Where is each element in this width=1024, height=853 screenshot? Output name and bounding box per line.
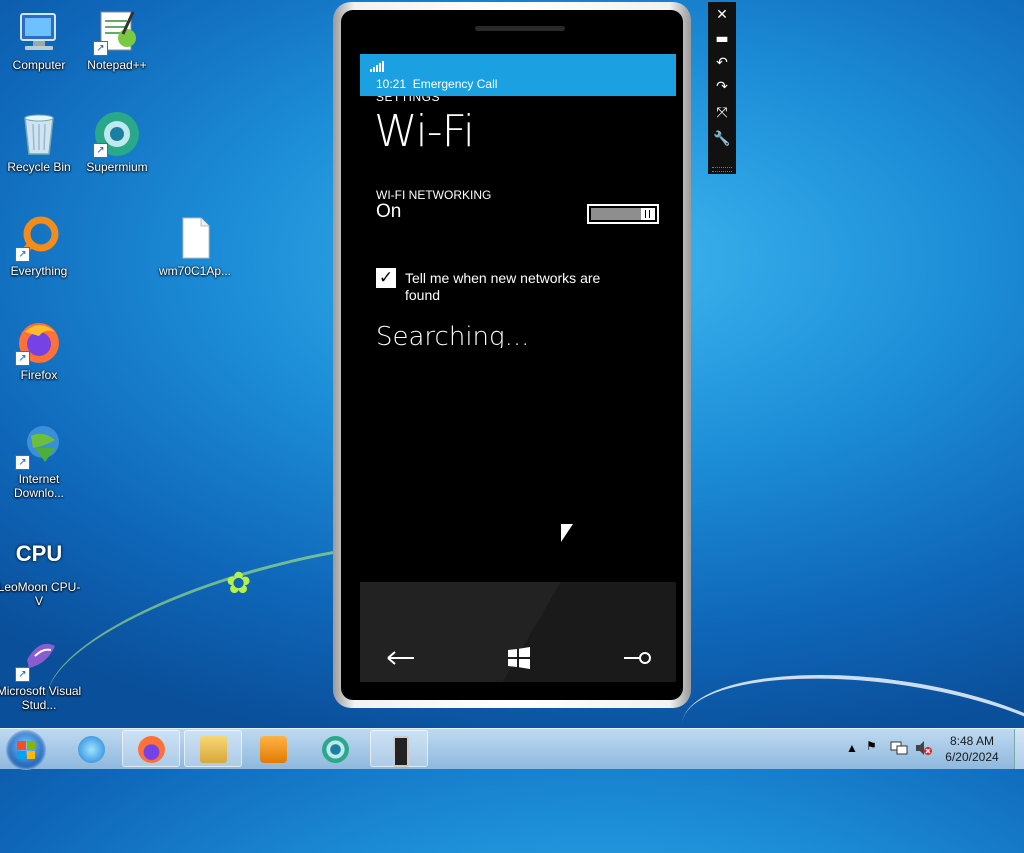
phone-status-bar: 10:21 Emergency Call	[360, 54, 676, 96]
desktop-icon-cpu-v[interactable]: CPU LeoMoon CPU-V	[0, 530, 84, 609]
action-center-flag-icon[interactable]: ⚑	[866, 739, 877, 779]
clock-time: 8:48 AM	[949, 734, 995, 748]
supermium-icon: ↗	[93, 110, 141, 158]
phone-speaker	[475, 26, 565, 31]
wifi-networking-value: On	[376, 201, 402, 222]
desktop-icon-label: wm70C1Ap...	[158, 264, 232, 278]
rotate-left-icon[interactable]: ↶	[708, 52, 736, 74]
desktop-icon-label: Everything	[10, 264, 68, 278]
wifi-toggle-thumb[interactable]	[641, 208, 655, 220]
desktop-icon-label: Firefox	[20, 368, 58, 382]
wifi-toggle[interactable]	[587, 204, 659, 224]
taskbar: ▲ ⚑ 8:48 AM 6/20/2024	[0, 728, 1024, 770]
notify-new-networks-checkbox[interactable]: ✓	[376, 268, 396, 288]
phone-bezel: 10:21 Emergency Call SETTINGS Wi-Fi WI-F…	[341, 10, 683, 700]
desktop-icon-everything[interactable]: ↗ Everything	[0, 214, 84, 278]
page-title: Wi-Fi	[374, 106, 475, 157]
wifi-toggle-fill	[591, 208, 641, 220]
taskbar-internet-explorer[interactable]	[62, 730, 120, 767]
cpu-v-icon: CPU	[15, 530, 63, 578]
windows-logo-icon	[17, 741, 35, 759]
status-time: 10:21	[376, 77, 407, 91]
toolbar-grip[interactable]	[712, 167, 732, 172]
emulator-toolbar: ✕ ▬ ↶ ↷ ⤧ 🔧	[708, 2, 736, 174]
taskbar-emulator[interactable]	[370, 730, 428, 767]
network-icon[interactable]	[890, 740, 908, 780]
fit-to-screen-icon[interactable]: ⤧	[708, 102, 736, 124]
cpu-v-icon-text: CPU	[15, 541, 63, 566]
searching-status: Searching...	[376, 322, 530, 352]
internet-explorer-icon	[78, 736, 105, 763]
search-icon[interactable]	[622, 646, 652, 676]
desktop-icon-label: Supermium	[86, 160, 148, 174]
show-hidden-icons-icon[interactable]: ▲	[846, 741, 858, 781]
phone-nav-bar	[360, 582, 676, 682]
desktop-icon-label: Internet Downlo...	[13, 472, 65, 500]
shortcut-arrow-icon: ↗	[15, 247, 30, 262]
media-player-icon	[260, 736, 287, 763]
computer-icon	[15, 8, 63, 56]
minimize-icon[interactable]: ▬	[708, 28, 736, 50]
firefox-icon: ↗	[15, 318, 63, 366]
desktop-icon-label: Microsoft Visual Stud...	[0, 684, 82, 712]
internet-download-manager-icon: ↗	[15, 422, 63, 470]
desktop-icon-firefox[interactable]: ↗ Firefox	[0, 318, 84, 382]
phone-screen: 10:21 Emergency Call SETTINGS Wi-Fi WI-F…	[360, 54, 676, 582]
status-line: 10:21 Emergency Call	[376, 77, 497, 91]
taskbar-explorer[interactable]	[184, 730, 242, 767]
taskbar-firefox[interactable]	[122, 730, 180, 767]
shortcut-arrow-icon: ↗	[15, 455, 30, 470]
everything-icon: ↗	[15, 214, 63, 262]
tools-icon[interactable]: 🔧	[708, 128, 736, 150]
mouse-cursor-icon	[561, 524, 573, 542]
system-clock[interactable]: 8:48 AM 6/20/2024	[930, 733, 1014, 765]
close-icon[interactable]: ✕	[708, 4, 736, 26]
clock-date: 6/20/2024	[945, 750, 999, 764]
signal-strength-icon	[370, 61, 384, 72]
recycle-bin-icon	[15, 110, 63, 158]
desktop-icon-supermium[interactable]: ↗ Supermium	[72, 110, 162, 174]
show-desktop-button[interactable]	[1014, 729, 1024, 769]
firefox-icon	[138, 736, 165, 763]
desktop-icon-visual-studio[interactable]: ↗ Microsoft Visual Stud...	[0, 634, 84, 712]
supermium-icon	[322, 736, 349, 763]
emulator-icon	[393, 736, 409, 767]
desktop-icon-file[interactable]: wm70C1Ap...	[150, 214, 240, 278]
back-icon[interactable]	[386, 646, 416, 676]
wifi-networking-label: WI-FI NETWORKING	[376, 188, 492, 202]
file-icon	[171, 214, 219, 262]
shortcut-arrow-icon: ↗	[93, 41, 108, 56]
windows-start-icon[interactable]	[506, 646, 532, 676]
desktop-icon-label: Notepad++	[87, 58, 147, 72]
desktop-icon-label: LeoMoon CPU-V	[0, 580, 81, 608]
start-button[interactable]	[6, 730, 46, 770]
visual-studio-icon: ↗	[15, 634, 63, 682]
taskbar-media-player[interactable]	[244, 730, 302, 767]
wallpaper-leaf: ✿	[226, 566, 252, 601]
shortcut-arrow-icon: ↗	[15, 351, 30, 366]
desktop-icon-internet-download-manager[interactable]: ↗ Internet Downlo...	[0, 422, 84, 500]
explorer-icon	[200, 736, 227, 763]
notepadpp-icon: ↗	[93, 8, 141, 56]
notify-new-networks-label[interactable]: Tell me when new networks are found	[405, 270, 635, 304]
shortcut-arrow-icon: ↗	[93, 143, 108, 158]
taskbar-supermium[interactable]	[306, 730, 364, 767]
rotate-right-icon[interactable]: ↷	[708, 76, 736, 98]
phone-emulator-frame: 10:21 Emergency Call SETTINGS Wi-Fi WI-F…	[333, 2, 691, 708]
shortcut-arrow-icon: ↗	[15, 667, 30, 682]
status-emergency-call[interactable]: Emergency Call	[413, 77, 498, 91]
desktop-icon-notepadpp[interactable]: ↗ Notepad++	[72, 8, 162, 72]
